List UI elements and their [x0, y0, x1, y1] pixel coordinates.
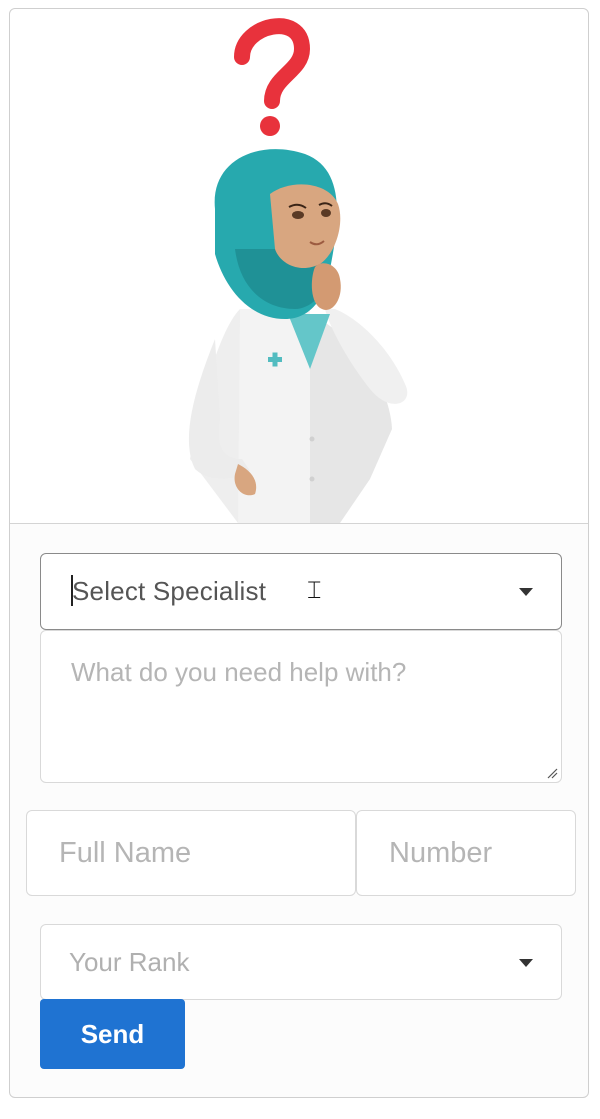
doctor-illustration — [10, 9, 588, 524]
text-cursor-icon: ⌶ — [307, 576, 322, 604]
help-request-textarea[interactable] — [40, 630, 562, 783]
resize-grip-icon[interactable] — [546, 767, 558, 779]
request-card: Select Specialist ⌶ Your Rank Send — [9, 8, 589, 1098]
full-name-field[interactable] — [26, 810, 356, 896]
number-input[interactable] — [357, 811, 575, 895]
specialist-select[interactable]: Select Specialist ⌶ — [40, 553, 562, 630]
full-name-input[interactable] — [27, 811, 355, 895]
number-field[interactable] — [356, 810, 576, 896]
doctor-thinking-icon — [188, 18, 408, 523]
chevron-down-icon[interactable] — [519, 959, 533, 967]
rank-select-value: Your Rank — [69, 947, 190, 977]
specialist-select-value: Select Specialist — [72, 576, 267, 606]
question-mark-icon — [234, 18, 311, 136]
rank-select[interactable]: Your Rank — [40, 924, 562, 1000]
send-button[interactable]: Send — [40, 999, 185, 1069]
chevron-down-icon[interactable] — [519, 588, 533, 596]
